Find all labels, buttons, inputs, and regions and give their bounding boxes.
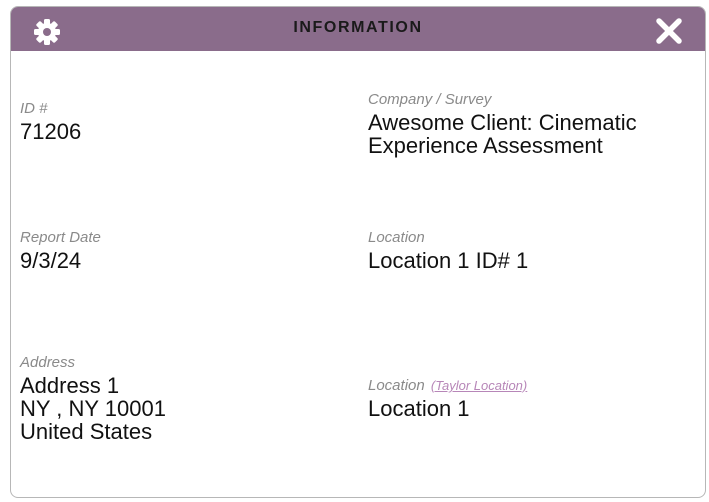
report-date-label: Report Date [20, 229, 101, 246]
id-field: ID # 71206 [20, 100, 81, 143]
location-name-field: Location (Taylor Location) Location 1 [368, 377, 527, 420]
address-label: Address [20, 354, 76, 371]
id-value: 71206 [20, 119, 82, 144]
location-id-value: Location 1 ID# 1 [368, 248, 529, 273]
location-id-field: Location Location 1 ID# 1 [368, 229, 528, 272]
modal-header: INFORMATION [11, 7, 705, 51]
address-field: Address Address 1 NY , NY 10001 United S… [20, 354, 166, 443]
id-label: ID # [20, 100, 48, 117]
company-survey-line-2: Experience Assessment [368, 133, 603, 158]
company-survey-value: Awesome Client: Cinematic Experience Ass… [368, 111, 637, 157]
information-modal: INFORMATION ID # 71206 Company / Survey … [10, 6, 706, 498]
location-name-label-row: Location (Taylor Location) [368, 377, 527, 395]
address-line-2: NY , NY 10001 [20, 396, 166, 421]
close-icon[interactable] [653, 15, 685, 47]
modal-title: INFORMATION [293, 19, 423, 36]
address-line-3: United States [20, 419, 153, 444]
company-survey-label: Company / Survey [368, 91, 492, 108]
address-value: Address 1 NY , NY 10001 United States [20, 374, 166, 443]
location-name-label: Location [368, 377, 425, 394]
location-id-label: Location [368, 229, 425, 246]
address-line-1: Address 1 [20, 373, 120, 398]
company-survey-field: Company / Survey Awesome Client: Cinemat… [368, 91, 637, 157]
location-details-link[interactable]: (Taylor Location) [431, 378, 527, 393]
location-name-value: Location 1 [368, 396, 470, 421]
report-date-field: Report Date 9/3/24 [20, 229, 101, 272]
report-date-value: 9/3/24 [20, 248, 82, 273]
company-survey-line-1: Awesome Client: Cinematic [368, 110, 637, 135]
